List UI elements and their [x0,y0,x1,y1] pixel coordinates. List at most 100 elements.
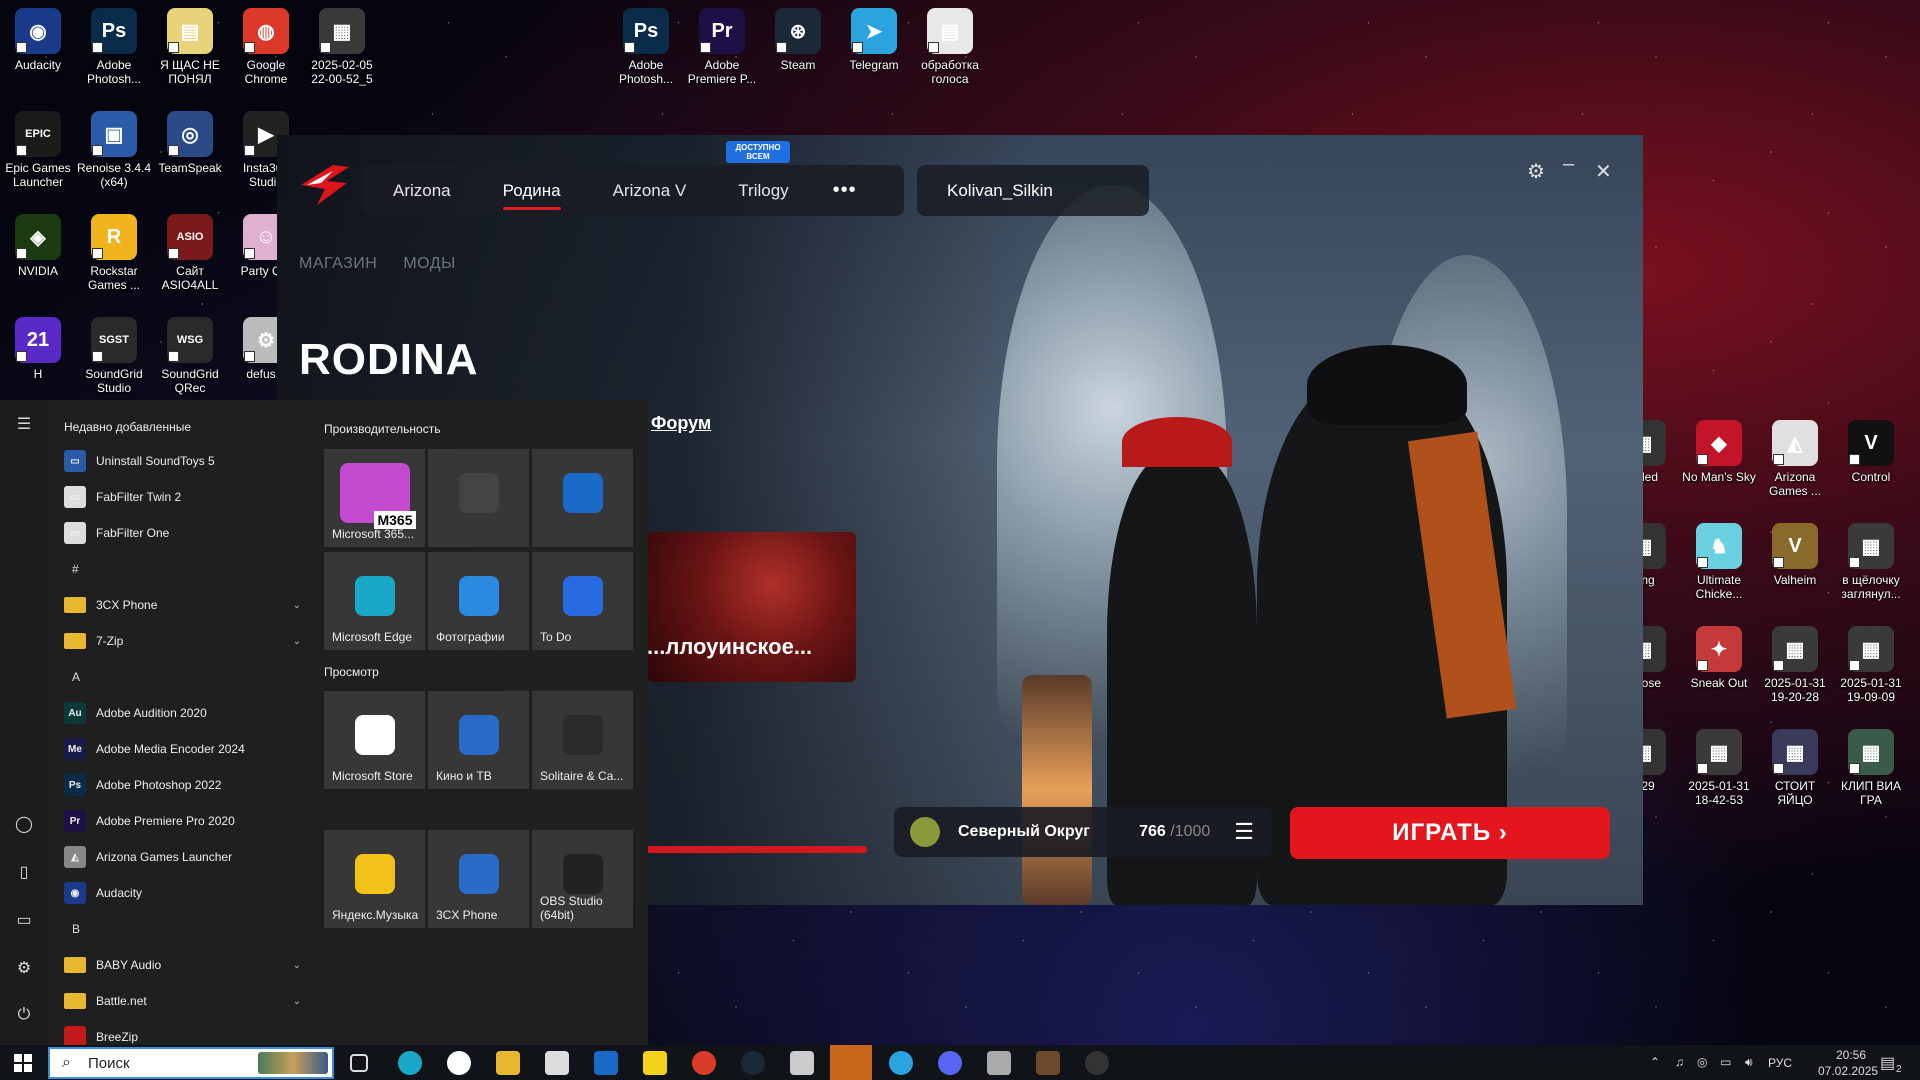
desktop-icon[interactable]: ◎ TeamSpeak [152,111,228,175]
minimize-button[interactable]: – [1563,153,1574,176]
desktop-icon[interactable]: Ps Adobe Photosh... [608,8,684,86]
start-tile[interactable]: Яндекс.Музыка [324,830,425,928]
start-menu-app-item[interactable]: 7-Zip ⌄ [64,626,309,656]
tab-arizona[interactable]: Arizona [393,181,451,201]
microphone-icon[interactable]: ♫ [1675,1055,1684,1069]
start-tile[interactable]: OBS Studio (64bit) [532,830,633,928]
power-icon[interactable]: ⏻ [14,1006,34,1026]
start-tile[interactable] [428,449,529,547]
desktop-icon[interactable]: SGST SoundGrid Studio [76,317,152,395]
store-taskbar-icon[interactable] [545,1051,569,1075]
desktop-icon[interactable]: Ps Adobe Photosh... [76,8,152,86]
clock-time[interactable]: 20:56 [1836,1048,1866,1062]
desktop-icon[interactable]: ◉ Audacity [0,8,76,72]
settings-icon[interactable]: ⚙ [14,958,34,978]
desktop-icon[interactable]: ✦ Sneak Out [1681,626,1757,690]
start-tile[interactable]: To Do [532,552,633,650]
start-menu-app-item[interactable]: ▭ FabFilter One [64,518,309,548]
desktop-icon[interactable]: ▣ Renoise 3.4.4 (x64) [76,111,152,189]
tab-trilogy[interactable]: Trilogy [738,181,788,201]
desktop-icon[interactable]: R Rockstar Games ... [76,214,152,292]
start-menu-app-item[interactable]: ◉ Audacity [64,878,309,908]
start-tile[interactable]: M365 Microsoft 365... [324,449,425,547]
start-tile[interactable]: Кино и ТВ [428,691,529,789]
game-taskbar-icon[interactable] [1036,1051,1060,1075]
more-tabs-button[interactable]: ••• [833,179,857,202]
hamburger-icon[interactable]: ☰ [14,414,34,434]
start-menu-app-item[interactable]: ▭ FabFilter Twin 2 [64,482,309,512]
server-list-icon[interactable]: ☰ [1234,819,1254,845]
outlook-taskbar-icon[interactable] [594,1051,618,1075]
notification-icon[interactable]: ▤ [1880,1053,1895,1073]
app-list-letter[interactable]: B [72,922,80,936]
yandex-browser-taskbar-icon[interactable] [447,1051,471,1075]
play-button[interactable]: ИГРАТЬ › [1290,807,1610,859]
desktop-icon[interactable]: ⊛ Steam [760,8,836,72]
start-menu-app-item[interactable]: Pr Adobe Premiere Pro 2020 [64,806,309,836]
windows-start-icon[interactable] [14,1054,32,1072]
forum-link[interactable]: Форум [651,413,711,434]
desktop-icon[interactable]: ▤ Я ЩАС НЕ ПОНЯЛ [152,8,228,86]
desktop-icon[interactable]: ▦ 2025-02-05 22-00-52_5 [304,8,380,86]
shop-link[interactable]: МАГАЗИН [299,255,377,273]
documents-icon[interactable]: ▯ [14,862,34,882]
clock-date[interactable]: 07.02.2025 [1818,1064,1878,1078]
network-icon[interactable]: ▭ [1720,1055,1731,1069]
start-menu-app-item[interactable]: Au Adobe Audition 2020 [64,698,309,728]
language-indicator[interactable]: РУС [1768,1056,1792,1070]
start-tile[interactable]: Фотографии [428,552,529,650]
arizona-taskbar-icon[interactable] [987,1051,1011,1075]
tray-overflow-icon[interactable]: ⌃ [1650,1055,1660,1069]
desktop-icon[interactable]: ♞ Ultimate Chicke... [1681,523,1757,601]
desktop-icon[interactable]: ▦ СТОИТ ЯЙЦО [1757,729,1833,807]
desktop-icon[interactable]: ▦ 2025-01-31 18-42-53 [1681,729,1757,807]
tab-rodina[interactable]: Родина [502,181,561,210]
edge-taskbar-icon[interactable] [398,1051,422,1075]
desktop-icon[interactable]: ▤ обработка голоса [912,8,988,86]
news-card[interactable]: ...ллоуинское... [647,532,856,682]
file-explorer-taskbar-icon[interactable] [496,1051,520,1075]
chrome-taskbar-icon[interactable] [692,1051,716,1075]
app-list-letter[interactable]: A [72,670,80,684]
server-selector[interactable]: Северный Округ 766 /1000 ☰ [894,807,1272,857]
taskbar-search-input[interactable]: ⌕ Поиск [48,1047,334,1079]
desktop-icon[interactable]: ◍ Google Chrome [228,8,304,86]
desktop-icon[interactable]: EPIC Epic Games Launcher [0,111,76,189]
pictures-icon[interactable]: ▭ [14,910,34,930]
start-menu-app-item[interactable]: BABY Audio ⌄ [64,950,309,980]
start-menu-app-item[interactable]: Battle.net ⌄ [64,986,309,1016]
desktop-icon[interactable]: WSG SoundGrid QRec [152,317,228,395]
desktop-icon[interactable]: 21 H [0,317,76,381]
username-field[interactable]: Kolivan_Silkin [917,165,1149,216]
telegram-taskbar-icon[interactable] [889,1051,913,1075]
start-menu-app-item[interactable]: Me Adobe Media Encoder 2024 [64,734,309,764]
close-button[interactable]: ✕ [1595,159,1612,184]
desktop-icon[interactable]: ◈ NVIDIA [0,214,76,278]
desktop-icon[interactable]: ▦ 2025-01-31 19-20-28 [1757,626,1833,704]
mods-link[interactable]: МОДЫ [403,255,455,273]
desktop-icon[interactable]: Pr Adobe Premiere P... [684,8,760,86]
start-tile[interactable]: 3CX Phone [428,830,529,928]
app-list-letter[interactable]: # [72,562,79,576]
obs-taskbar-icon[interactable] [1085,1051,1109,1075]
webcam-icon[interactable]: ◎ [1697,1055,1707,1069]
desktop-icon[interactable]: ➤ Telegram [836,8,912,72]
discord-taskbar-icon[interactable] [938,1051,962,1075]
desktop-icon[interactable]: V Valheim [1757,523,1833,587]
volume-icon[interactable]: 🔊︎ [1745,1055,1753,1070]
start-menu-app-item[interactable]: Ps Adobe Photoshop 2022 [64,770,309,800]
start-menu-app-item[interactable]: ◭ Arizona Games Launcher [64,842,309,872]
desktop-icon[interactable]: ▦ КЛИП ВИА ГРА [1833,729,1909,807]
start-menu-app-item[interactable]: 3CX Phone ⌄ [64,590,309,620]
task-view-icon[interactable] [350,1054,368,1072]
desktop-icon[interactable]: ◭ Arizona Games ... [1757,420,1833,498]
user-account-icon[interactable]: ◯ [14,814,34,834]
start-tile[interactable] [532,449,633,547]
arizona-launcher-taskbar-icon[interactable] [830,1045,872,1080]
start-tile[interactable]: Microsoft Edge [324,552,425,650]
app-taskbar-icon[interactable] [790,1051,814,1075]
desktop-icon[interactable]: ▦ в щёлочку заглянул... [1833,523,1909,601]
start-menu-app-item[interactable]: ▭ Uninstall SoundToys 5 [64,446,309,476]
desktop-icon[interactable]: ▦ 2025-01-31 19-09-09 [1833,626,1909,704]
start-tile[interactable]: Solitaire & Ca... [532,691,633,789]
